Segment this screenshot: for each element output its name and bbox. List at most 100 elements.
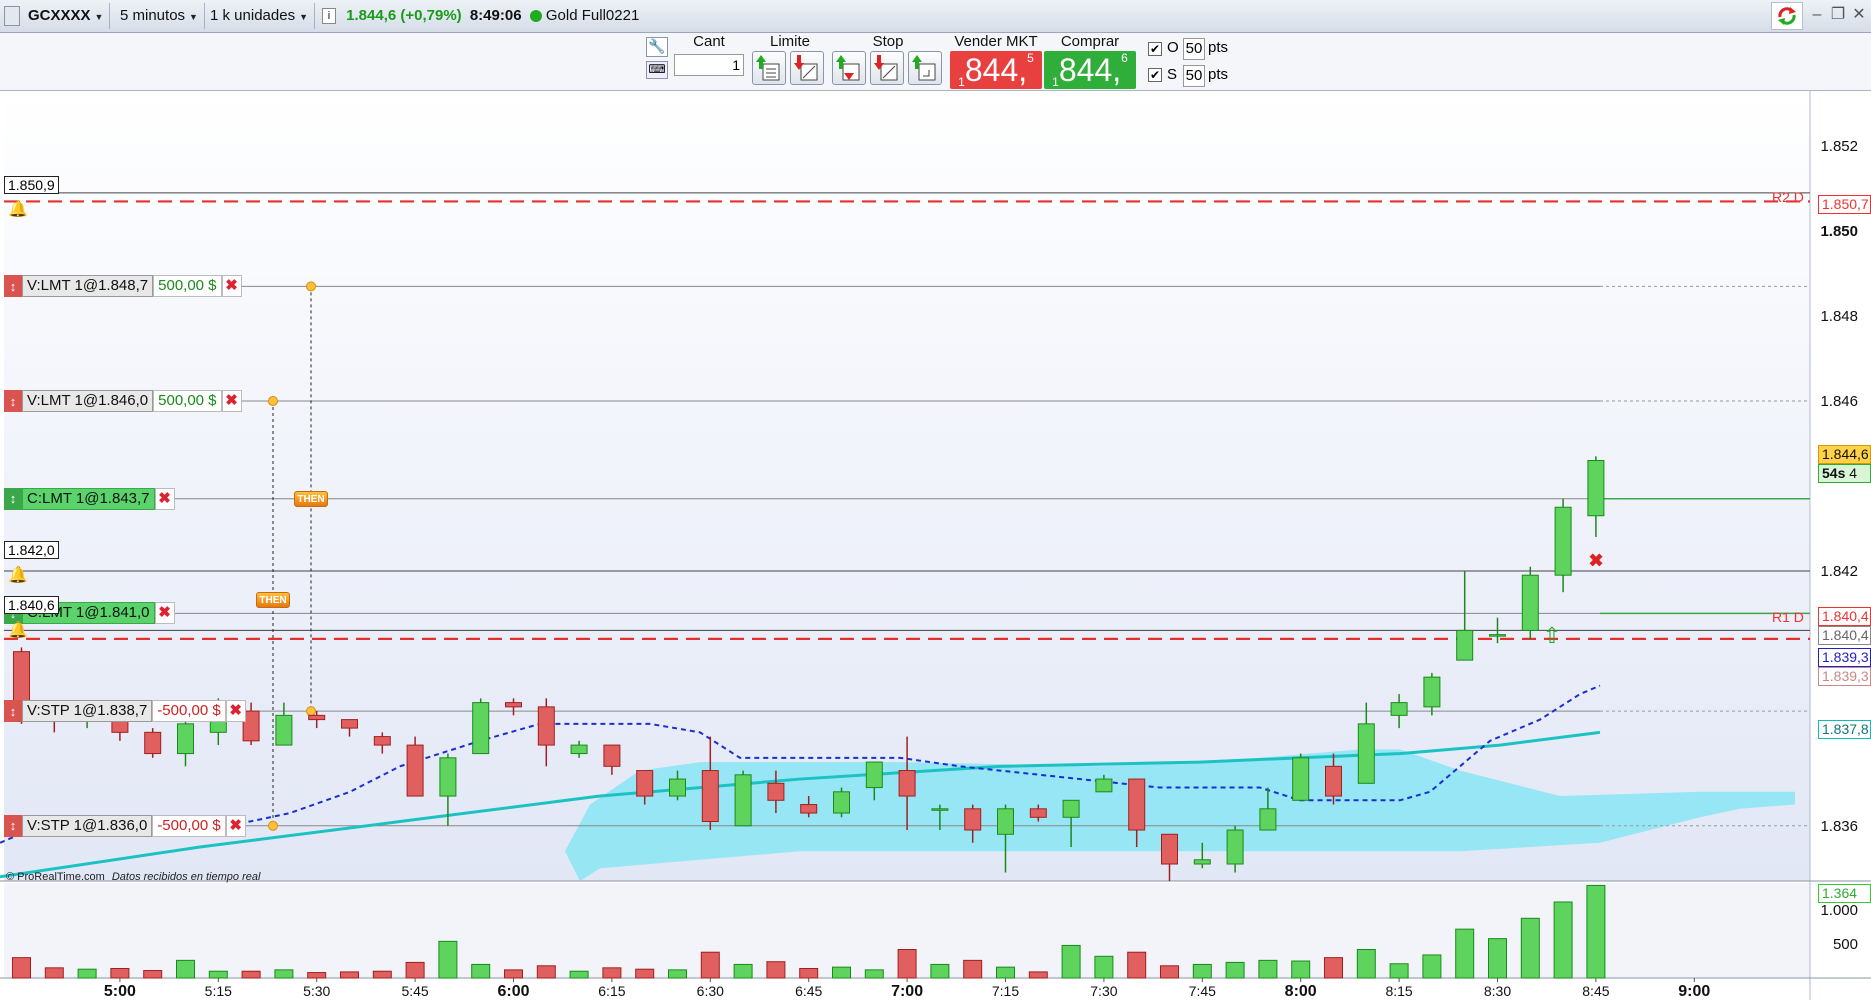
sell-limit-button[interactable] [790,51,824,85]
timeframe-selector[interactable]: 5 minutos ▼ [114,3,205,29]
then-badge[interactable]: THEN [256,592,290,608]
take-profit-input[interactable]: 50 [1183,38,1205,60]
teal-ma-axis-tag: 1.837,8 [1818,720,1871,739]
time-tick-label: 6:15 [598,983,625,999]
buy-stop-button[interactable] [832,51,866,85]
sell-market-button[interactable]: 1844,5 [950,51,1042,89]
price-tick-label: 1.846 [1820,393,1858,410]
time-tick-label: 6:30 [697,983,724,999]
order-anchor-dot [268,396,278,407]
sell-stop-button[interactable] [870,51,904,85]
units-selector[interactable]: 1 k unidades ▼ [204,3,315,29]
volume-bar [1586,884,1606,979]
time-tick-label: 8:45 [1582,983,1609,999]
time-tick-label: 7:45 [1189,983,1216,999]
pink-line-axis-tag: 1.839,3 [1818,667,1871,686]
chevron-down-icon: ▼ [189,12,198,22]
candle-body [373,736,391,746]
volume-bar [963,959,983,979]
volume-bar [602,967,622,979]
candle-body [701,770,719,823]
volume-bar [700,951,720,979]
candle-body [964,808,982,831]
buy-limit-button[interactable] [752,51,786,85]
candle-body [570,744,588,755]
candle-body [898,770,916,797]
buy-market-button[interactable]: 1844,6 [1044,51,1136,89]
connection-status-icon [529,10,542,23]
keyboard-icon[interactable]: ⌨ [646,61,668,79]
price-info: i 1.844,6 (+0,79%) 8:49:06 Gold Full0221 [316,3,645,29]
price-tick-label: 1.842 [1820,563,1858,580]
cancel-order-icon[interactable]: ✖ [225,700,246,723]
stop-loss-checkbox[interactable]: ✔ [1148,68,1162,82]
drag-handle-icon[interactable]: ↕ [4,487,22,510]
volume-bar [1389,963,1409,979]
order-text: V:LMT 1@1.848,7 [22,275,154,298]
time-tick-label: 8:15 [1385,983,1412,999]
time-tick-label: 9:00 [1678,983,1710,1000]
info-icon[interactable]: i [322,8,336,25]
volume-bar [897,949,917,979]
volume-bar [733,963,753,979]
s-label: S [1167,66,1178,83]
level-price-tag[interactable]: 1.842,0 [4,541,59,559]
price-chart[interactable]: ⇧ ✖ 1.852 1.850 1.848 1.846 1.842 1.836 1.000 500… [0,91,1871,1000]
volume-bar [1225,961,1245,979]
drag-handle-icon[interactable]: ↕ [4,814,22,837]
drag-handle-icon[interactable]: ↕ [4,275,22,298]
quantity-input[interactable] [674,54,744,76]
candle-body [1554,506,1572,576]
order-label[interactable]: ↕ V:STP 1@1.838,7 -500,00 $ ✖ [4,700,246,723]
volume-bar [241,970,261,979]
bell-icon[interactable]: 🔔 [8,620,28,639]
volume-bar [536,965,556,979]
cancel-order-icon[interactable]: ✖ [225,814,246,837]
cancel-order-icon[interactable]: ✖ [154,602,175,625]
cancel-order-icon[interactable]: ✖ [154,487,175,510]
sync-icon[interactable] [1771,2,1803,30]
close-icon[interactable]: ✕ [1850,6,1868,24]
candle-body [144,731,162,755]
then-badge[interactable]: THEN [294,491,328,507]
trailing-stop-button[interactable] [908,51,942,85]
take-profit-checkbox[interactable]: ✔ [1148,42,1162,56]
grip-icon[interactable] [4,6,20,26]
symbol-selector[interactable]: GCXXXX ▼ [22,3,111,29]
order-label[interactable]: ↕ V:LMT 1@1.846,0 500,00 $ ✖ [4,390,242,413]
order-label[interactable]: ↕ V:STP 1@1.836,0 -500,00 $ ✖ [4,814,246,837]
buy-execution-arrow: ⇧ [1543,623,1561,648]
time-tick-label: 5:15 [205,983,232,999]
candle-body [1095,778,1113,793]
restore-icon[interactable]: ❐ [1829,6,1847,24]
stop-loss-input[interactable]: 50 [1183,65,1205,87]
candle-body [308,714,326,721]
drag-handle-icon[interactable]: ↕ [4,390,22,413]
o-unit: pts [1208,39,1229,56]
volume-bar [208,970,228,979]
chart-canvas[interactable]: ⇧ ✖ 1.852 1.850 1.848 1.846 1.842 1.836 1.000 500… [0,91,1871,1000]
order-label[interactable]: ↕ V:LMT 1@1.848,7 500,00 $ ✖ [4,275,242,298]
alert-price-tag[interactable]: 1.850,9 [4,176,59,194]
order-label[interactable]: ↕ C:LMT 1@1.843,7 ✖ [4,487,175,510]
cancel-order-icon[interactable]: ✖ [221,390,242,413]
volume-bar [668,969,687,979]
volume-bar [1553,901,1573,979]
bell-icon[interactable]: 🔔 [8,199,28,218]
volume-bar [930,963,950,979]
volume-bar [77,968,97,979]
candle-body [1292,757,1310,801]
stop-label: Stop [872,33,904,50]
bell-icon[interactable]: 🔔 [8,565,28,584]
price-tick-label: 1.852 [1820,138,1858,155]
volume-bar [996,966,1015,979]
candle-body [1423,676,1441,708]
level-price-tag[interactable]: 1.840,6 [4,596,59,614]
candle-body [603,744,621,767]
wrench-icon[interactable]: 🔧 [646,37,668,57]
volume-bar [438,940,458,979]
minimize-icon[interactable]: – [1808,6,1826,24]
cancel-order-icon[interactable]: ✖ [221,275,242,298]
drag-handle-icon[interactable]: ↕ [4,700,22,723]
instrument-name: Gold Full0221 [545,7,640,24]
